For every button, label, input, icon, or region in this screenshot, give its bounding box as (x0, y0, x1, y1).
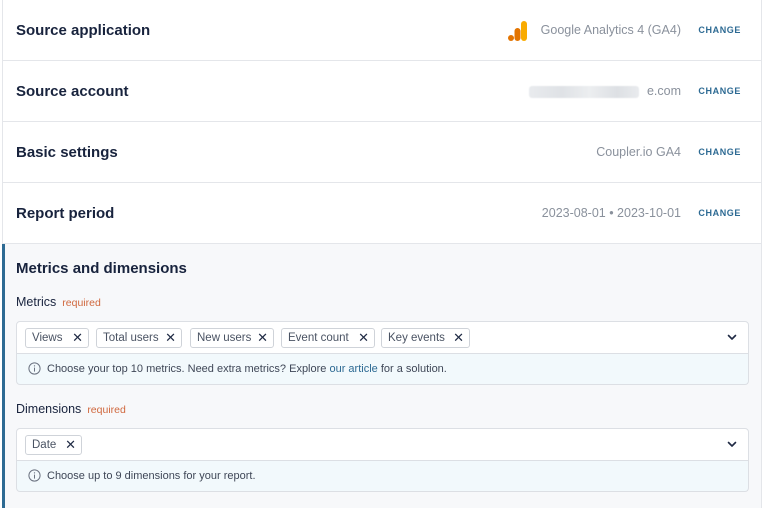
metric-chip: Views ✕ (25, 328, 89, 348)
row-title: Source application (16, 22, 151, 39)
source-application-row: Source application Google Analytics 4 (G… (3, 0, 761, 61)
row-value: e.com (646, 84, 681, 98)
remove-chip-icon[interactable]: ✕ (65, 436, 76, 454)
dimensions-label: Dimensions required (16, 402, 126, 416)
our-article-link[interactable]: our article (329, 363, 377, 375)
hint-text: Choose your top 10 metrics. Need extra m… (47, 363, 330, 375)
metrics-label: Metrics required (16, 295, 101, 309)
chip-label: Key events (388, 332, 445, 344)
settings-panel: Source application Google Analytics 4 (G… (2, 0, 762, 508)
row-title: Basic settings (16, 144, 118, 161)
remove-chip-icon[interactable]: ✕ (72, 329, 83, 347)
chip-label: Total users (103, 332, 159, 344)
metric-chip: Key events ✕ (381, 328, 470, 348)
hint-text-suffix: for a solution. (377, 363, 447, 375)
metric-chip: New users ✕ (190, 328, 274, 348)
chip-label: Event count (288, 332, 349, 344)
metrics-label-text: Metrics (16, 295, 57, 309)
metrics-hint: Choose your top 10 metrics. Need extra m… (16, 354, 749, 385)
change-button[interactable]: CHANGE (698, 0, 741, 61)
chip-label: New users (197, 332, 252, 344)
required-badge: required (62, 297, 101, 309)
dimensions-select[interactable]: Date ✕ (16, 428, 749, 461)
info-icon (28, 469, 41, 482)
chip-label: Date (32, 439, 57, 451)
basic-settings-row: Basic settings Coupler.io GA4 CHANGE (3, 122, 761, 183)
required-badge: required (87, 404, 126, 416)
change-button[interactable]: CHANGE (698, 183, 741, 244)
chevron-down-icon[interactable] (726, 438, 738, 450)
remove-chip-icon[interactable]: ✕ (453, 329, 464, 347)
row-value: Google Analytics 4 (GA4) (540, 23, 681, 37)
change-button[interactable]: CHANGE (698, 122, 741, 183)
report-period-row: Report period 2023-08-01 • 2023-10-01 CH… (3, 183, 761, 244)
row-title: Source account (16, 83, 129, 100)
section-title: Metrics and dimensions (16, 260, 187, 277)
metrics-select[interactable]: Views ✕ Total users ✕ New users ✕ Event cou… (16, 321, 749, 354)
chip-label: Views (32, 332, 63, 344)
chevron-down-icon[interactable] (726, 331, 738, 343)
remove-chip-icon[interactable]: ✕ (165, 329, 176, 347)
dimensions-label-text: Dimensions (16, 402, 82, 416)
row-value: Coupler.io GA4 (596, 145, 681, 159)
row-title: Report period (16, 205, 115, 222)
metrics-dimensions-section: Metrics and dimensions Metrics required V… (2, 244, 761, 508)
dimensions-hint: Choose up to 9 dimensions for your repor… (16, 461, 749, 492)
google-analytics-icon (508, 21, 527, 41)
source-account-row: Source account e.com CHANGE (3, 61, 761, 122)
remove-chip-icon[interactable]: ✕ (358, 329, 369, 347)
redacted-email (529, 86, 639, 98)
active-section-accent (2, 244, 5, 508)
dimension-chip: Date ✕ (25, 435, 82, 455)
hint-text: Choose up to 9 dimensions for your repor… (47, 470, 256, 482)
info-icon (28, 362, 41, 375)
remove-chip-icon[interactable]: ✕ (257, 329, 268, 347)
row-value: 2023-08-01 • 2023-10-01 (541, 206, 681, 220)
metric-chip: Total users ✕ (96, 328, 182, 348)
change-button[interactable]: CHANGE (698, 61, 741, 122)
metric-chip: Event count ✕ (281, 328, 375, 348)
